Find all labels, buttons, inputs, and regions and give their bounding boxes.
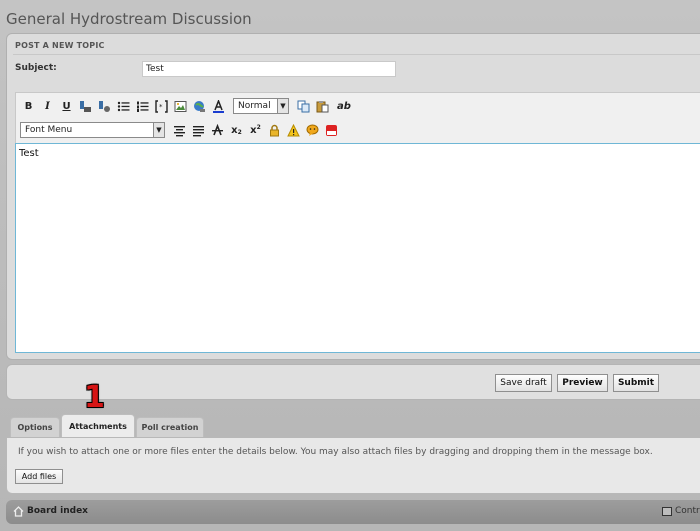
- page-title: General Hydrostream Discussion: [6, 10, 252, 28]
- strikethrough-button[interactable]: [209, 122, 226, 139]
- bullet-list-icon: [117, 101, 130, 111]
- bold-button[interactable]: B: [20, 98, 37, 115]
- quote-button[interactable]: [77, 98, 94, 115]
- font-color-button[interactable]: [210, 98, 227, 115]
- paste-button[interactable]: [314, 98, 331, 115]
- speech-bubble-icon: [306, 124, 319, 136]
- smiley-button[interactable]: [304, 122, 321, 139]
- subscript-button[interactable]: x2: [228, 122, 245, 139]
- align-justify-button[interactable]: [190, 122, 207, 139]
- panel-divider: [13, 54, 700, 55]
- align-justify-icon: [193, 125, 204, 136]
- post-panel: POST A NEW TOPIC Subject: Test B I U * N…: [6, 33, 700, 360]
- paste-icon: [316, 100, 329, 112]
- font-menu-value: Font Menu: [25, 125, 73, 135]
- numbered-list-icon: [137, 101, 149, 112]
- envelope-icon: [662, 507, 672, 516]
- spoiler-button[interactable]: [266, 122, 283, 139]
- svg-text:*: *: [159, 103, 163, 111]
- attachments-instructions: If you wish to attach one or more files …: [18, 447, 653, 457]
- panel-heading: POST A NEW TOPIC: [15, 41, 105, 50]
- chevron-down-icon: ▼: [153, 123, 164, 137]
- align-center-button[interactable]: [171, 122, 188, 139]
- globe-link-icon: [194, 100, 205, 112]
- add-files-button[interactable]: Add files: [15, 469, 63, 484]
- link-button[interactable]: [191, 98, 208, 115]
- lock-icon: [270, 124, 279, 136]
- toolbar-row-2: Font Menu ▼ x2 x2: [20, 120, 342, 140]
- font-size-value: Normal: [238, 101, 271, 111]
- preview-button[interactable]: Preview: [557, 374, 608, 392]
- image-button[interactable]: [172, 98, 189, 115]
- subject-label: Subject:: [15, 63, 57, 73]
- board-index-link[interactable]: Board index: [27, 506, 88, 516]
- submit-panel: Save draft Preview Submit: [6, 364, 700, 400]
- submit-button[interactable]: Submit: [613, 374, 659, 392]
- align-center-icon: [174, 125, 185, 136]
- numbered-list-button[interactable]: [134, 98, 151, 115]
- attachments-panel: If you wish to attach one or more files …: [6, 437, 700, 494]
- underline-button[interactable]: U: [58, 98, 75, 115]
- tab-poll-creation[interactable]: Poll creation: [136, 417, 204, 437]
- list-item-icon: *: [155, 99, 168, 113]
- bullet-list-button[interactable]: [115, 98, 132, 115]
- code-icon: [99, 100, 110, 112]
- italic-button[interactable]: I: [39, 98, 56, 115]
- tab-attachments[interactable]: Attachments: [61, 414, 135, 437]
- spellcheck-button[interactable]: ab: [333, 98, 355, 115]
- image-icon: [174, 100, 187, 112]
- message-editor[interactable]: Test: [15, 143, 700, 353]
- code-button[interactable]: [96, 98, 113, 115]
- toolbar-row-1: B I U * Normal ▼ ab: [20, 96, 357, 116]
- warning-button[interactable]: [285, 122, 302, 139]
- warning-icon: [287, 123, 300, 136]
- copy-icon: [297, 100, 310, 112]
- editor-toolbar: B I U * Normal ▼ ab Font Menu ▼ x 2 x 2: [15, 92, 700, 146]
- footer-nav: Board index Contr: [6, 500, 700, 524]
- tab-options[interactable]: Options: [10, 417, 60, 437]
- font-menu-select[interactable]: Font Menu ▼: [20, 122, 165, 138]
- strikethrough-icon: [212, 123, 223, 135]
- font-size-select[interactable]: Normal ▼: [233, 98, 289, 114]
- quote-icon: [80, 100, 91, 112]
- superscript-button[interactable]: x2: [247, 122, 264, 139]
- subject-input[interactable]: Test: [142, 61, 396, 77]
- youtube-icon: [326, 124, 337, 136]
- youtube-button[interactable]: [323, 122, 340, 139]
- save-draft-button[interactable]: Save draft: [495, 374, 552, 392]
- font-color-icon: [213, 99, 224, 113]
- list-item-button[interactable]: *: [153, 98, 170, 115]
- copy-button[interactable]: [295, 98, 312, 115]
- chevron-down-icon: ▼: [277, 99, 288, 113]
- home-icon: [13, 506, 24, 517]
- contact-link[interactable]: Contr: [675, 506, 700, 516]
- annotation-number-1: 1: [84, 380, 105, 415]
